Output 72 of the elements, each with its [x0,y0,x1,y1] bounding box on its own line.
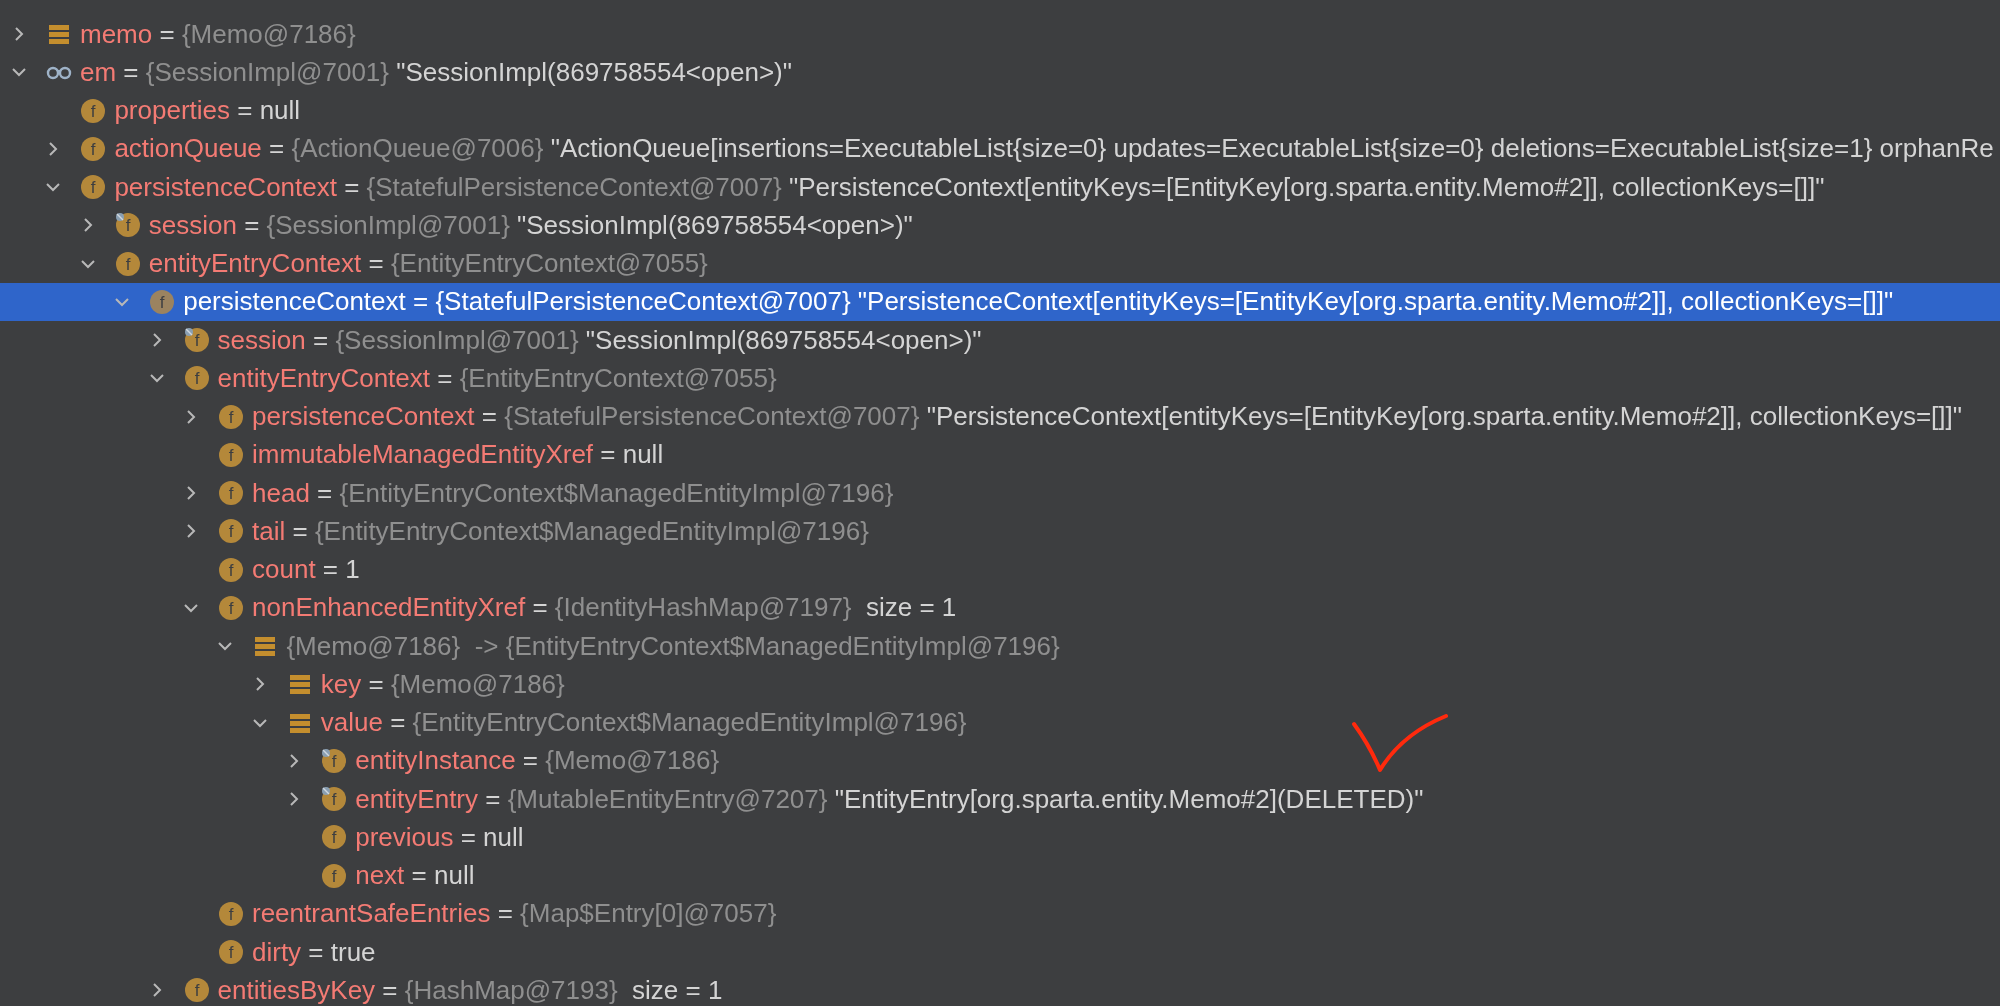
variable-label: entityEntryContext = {EntityEntryContext@7055} [217,361,777,395]
variable-label: head = {EntityEntryContext$ManagedEntityImpl@7196} [252,476,894,510]
variable-label: entityInstance = {Memo@7186} [355,744,720,778]
variable-label: session = {SessionImpl@7001} "SessionImpl(869758554<open>)" [148,208,913,242]
variable-label: next = null [355,859,475,893]
tree-row[interactable]: f nonEnhancedEntityXref = {IdentityHashMap@7197} size = 1 [0,588,2000,627]
tree-row[interactable]: f actionQueue = {ActionQueue@7006} "ActionQueue[insertions=ExecutableList{size=0} updates=ExecutableList{size=0} deletions=ExecutableList{size=1} orphanRe [0,129,2000,168]
tree-row[interactable]: f persistenceContext = {StatefulPersistenceContext@7007} "PersistenceContext[entityKeys=[EntityKey[org.sparta.entity.Memo#2]], collectionKeys=[]]" [0,397,2000,436]
variable-label: persistenceContext = {StatefulPersistenceContext@7007} "PersistenceContext[entityKeys=[EntityKey[org.sparta.entity.Memo#2]], collectionKeys=[]]" [183,285,1894,319]
variable-label: entityEntry = {MutableEntityEntry@7207} "EntityEntry[org.sparta.entity.Memo#2](DELETED)" [355,782,1424,816]
variable-label: persistenceContext = {StatefulPersistenceContext@7007} "PersistenceContext[entityKeys=[EntityKey[org.sparta.entity.Memo#2]], collectionKeys=[]]" [252,400,1962,434]
field-icon: f [218,900,244,927]
field-icon: f [80,174,107,201]
field-icon: f [218,594,244,621]
variable-label: entityEntryContext = {EntityEntryContext@7055} [148,247,708,281]
field-icon: f [218,441,244,468]
tree-row[interactable]: f dirty = true [0,933,2000,972]
variable-label: session = {SessionImpl@7001} "SessionImpl(869758554<open>)" [217,323,982,357]
tree-row[interactable]: f properties = null [0,91,2000,130]
tree-row[interactable]: f session = {SessionImpl@7001} "SessionImpl(869758554<open>)" [0,321,2000,360]
field-icon: f [80,97,107,124]
tree-row[interactable]: f session = {SessionImpl@7001} "SessionImpl(869758554<open>)" [0,206,2000,245]
variable-label: dirty = true [252,935,376,969]
variable-label: em = {SessionImpl@7001} "SessionImpl(869758554<open>)" [80,55,792,89]
tree-row[interactable]: f previous = null [0,818,2000,857]
tree-row[interactable]: f reentrantSafeEntries = {Map$Entry[0]@7057} [0,894,2000,933]
variable-label: nonEnhancedEntityXref = {IdentityHashMap@7197} size = 1 [252,591,957,625]
field-icon: f [321,824,348,851]
field-icon: f [183,327,210,354]
tree-row[interactable]: value = {EntityEntryContext$ManagedEntityImpl@7196} [0,703,2000,742]
variable-label: reentrantSafeEntries = {Map$Entry[0]@7057} [252,897,777,931]
variable-label: immutableManagedEntityXref = null [252,438,664,472]
tree-row[interactable]: f next = null [0,856,2000,895]
tree-row[interactable]: f immutableManagedEntityXref = null [0,435,2000,474]
variable-label: value = {EntityEntryContext$ManagedEntityImpl@7196} [320,706,967,740]
tree-row[interactable]: f head = {EntityEntryContext$ManagedEntityImpl@7196} [0,474,2000,513]
variable-label: previous = null [355,820,524,854]
variable-label: tail = {EntityEntryContext$ManagedEntityImpl@7196} [252,514,869,548]
field-icon: f [149,288,176,315]
field-icon: f [321,786,348,813]
tree-row[interactable]: f entityInstance = {Memo@7186} [0,741,2000,780]
tree-row[interactable]: key = {Memo@7186} [0,665,2000,704]
tree-row[interactable]: f entityEntryContext = {EntityEntryContext@7055} [0,244,2000,283]
variable-label: key = {Memo@7186} [320,667,565,701]
tree-row[interactable]: f persistenceContext = {StatefulPersistenceContext@7007} "PersistenceContext[entityKeys=[EntityKey[org.sparta.entity.Memo#2]], collectionKeys=[]]" [0,282,2000,321]
tree-row[interactable]: f entitiesByKey = {HashMap@7193} size = 1 [0,971,2000,1006]
tree-row[interactable]: f count = 1 [0,550,2000,589]
variable-label: {Memo@7186} -> {EntityEntryContext$ManagedEntityImpl@7196} [286,629,1060,663]
tree-row[interactable]: f entityEntryContext = {EntityEntryContext@7055} [0,359,2000,398]
tree-row[interactable]: f entityEntry = {MutableEntityEntry@7207} "EntityEntry[org.sparta.entity.Memo#2](DELETED)" [0,780,2000,819]
field-icon: f [321,747,348,774]
field-icon: f [218,556,244,583]
field-icon: f [218,480,244,507]
variable-label: entitiesByKey = {HashMap@7193} size = 1 [217,973,723,1006]
variable-label: count = 1 [252,553,360,587]
field-icon: f [218,403,244,430]
tree-row[interactable]: em = {SessionImpl@7001} "SessionImpl(869758554<open>)" [0,53,2000,92]
variable-label: persistenceContext = {StatefulPersistenceContext@7007} "PersistenceContext[entityKeys=[EntityKey[org.sparta.entity.Memo#2]], collectionKeys=[]]" [114,170,1825,204]
field-icon: f [321,862,348,889]
field-icon: f [183,365,210,392]
field-icon: f [183,977,210,1004]
variable-label: actionQueue = {ActionQueue@7006} "ActionQueue[insertions=ExecutableList{size=0} updates=ExecutableList{size=0} deletions=ExecutableList{size=1} orphanRe [114,132,1994,166]
field-icon: f [114,212,141,239]
field-icon: f [114,250,141,277]
tree-row[interactable]: f tail = {EntityEntryContext$ManagedEntityImpl@7196} [0,512,2000,551]
variable-label: memo = {Memo@7186} [80,17,356,51]
field-icon: f [218,939,244,966]
variable-label: properties = null [114,94,301,128]
field-icon: f [218,518,244,545]
tree-row[interactable]: memo = {Memo@7186} [0,15,2000,54]
tree-row[interactable]: f persistenceContext = {StatefulPersistenceContext@7007} "PersistenceContext[entityKeys=[EntityKey[org.sparta.entity.Memo#2]], collectionKeys=[]]" [0,168,2000,207]
field-icon: f [80,135,107,162]
